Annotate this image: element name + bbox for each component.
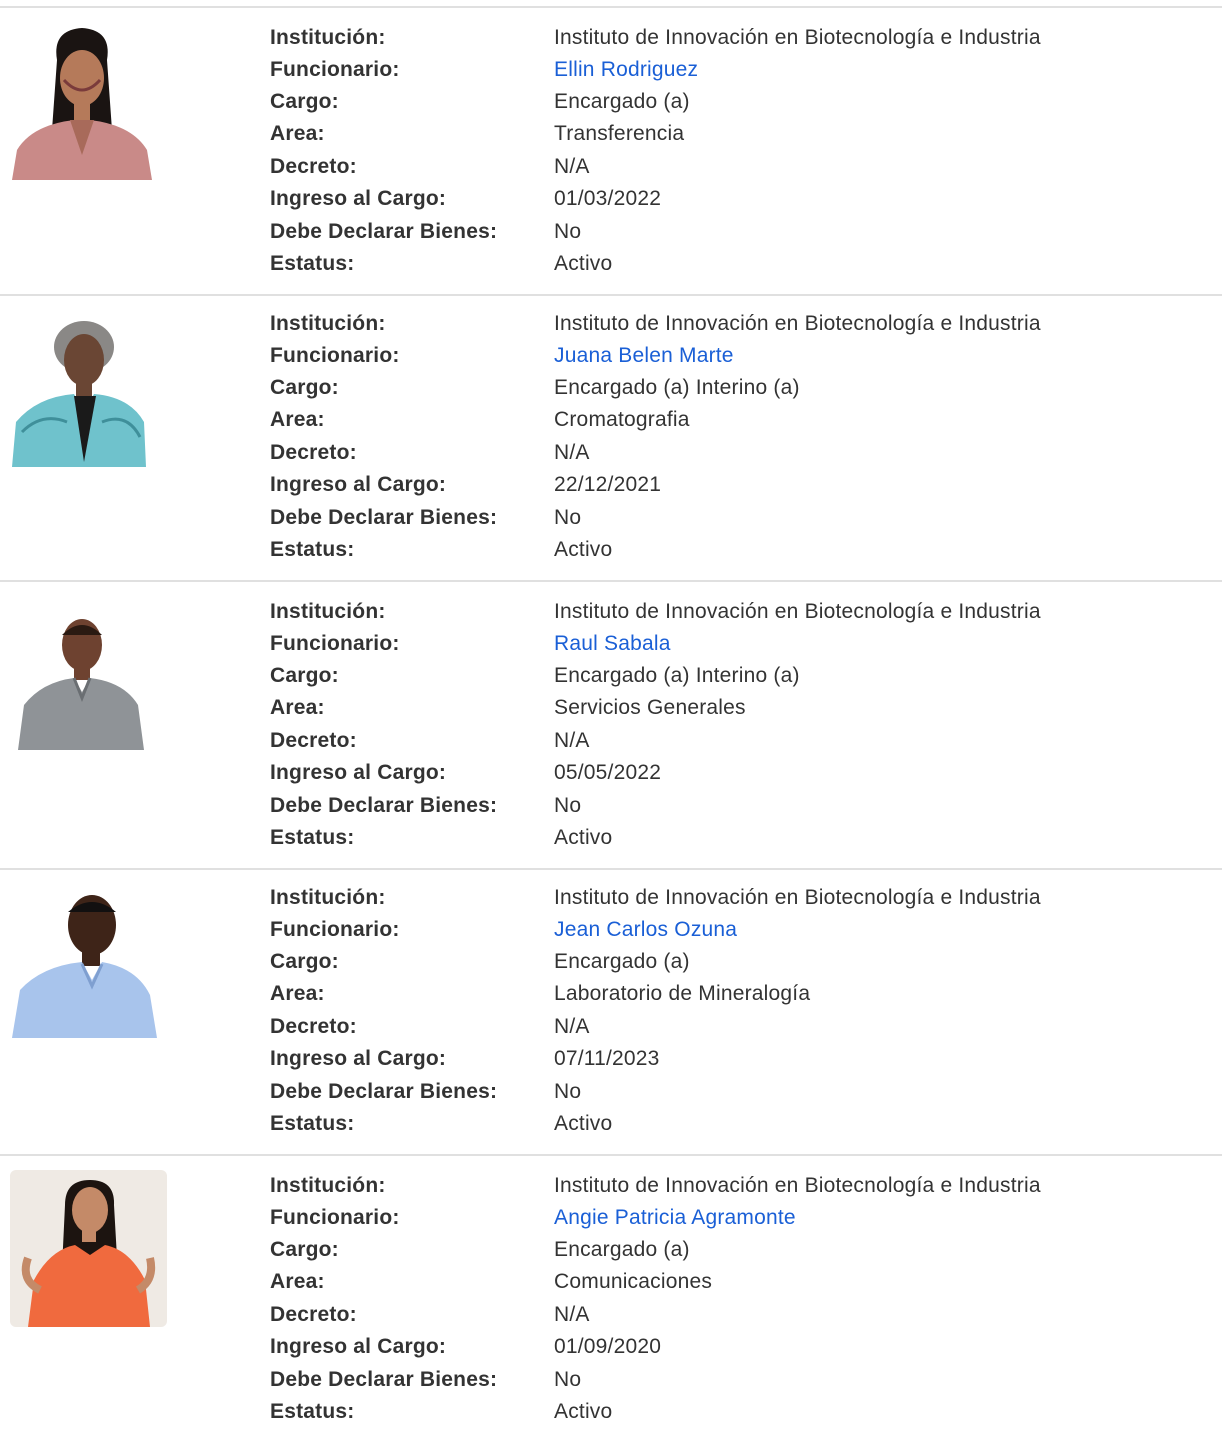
- official-photo: [12, 610, 152, 770]
- estatus-value: Activo: [554, 252, 613, 275]
- estatus-value: Activo: [554, 1400, 613, 1423]
- institucion-label: Institución:: [270, 26, 386, 49]
- official-photo: [12, 20, 152, 180]
- cargo-value: Encargado (a) Interino (a): [554, 664, 800, 687]
- area-value: Cromatografia: [554, 408, 690, 431]
- ingreso-label: Ingreso al Cargo:: [270, 1047, 447, 1070]
- funcionario-label: Funcionario:: [270, 344, 400, 367]
- institucion-value: Instituto de Innovación en Biotecnología…: [554, 886, 1041, 909]
- estatus-value: Activo: [554, 826, 613, 849]
- decreto-label: Decreto:: [270, 441, 357, 464]
- estatus-value: Activo: [554, 538, 613, 561]
- cargo-value: Encargado (a): [554, 1238, 690, 1261]
- ingreso-value: 22/12/2021: [554, 473, 662, 496]
- official-record: Institución: Instituto de Innovación en B…: [0, 294, 1222, 582]
- debe-declarar-value: No: [554, 506, 582, 529]
- official-record: Institución: Instituto de Innovación en B…: [0, 8, 1222, 296]
- area-value: Transferencia: [554, 122, 685, 145]
- decreto-label: Decreto:: [270, 729, 357, 752]
- decreto-label: Decreto:: [270, 1015, 357, 1038]
- official-photo: [10, 1170, 167, 1327]
- ingreso-label: Ingreso al Cargo:: [270, 1335, 447, 1358]
- debe-declarar-value: No: [554, 1368, 582, 1391]
- decreto-value: N/A: [554, 729, 590, 752]
- cargo-value: Encargado (a): [554, 950, 690, 973]
- area-value: Comunicaciones: [554, 1270, 713, 1293]
- institucion-value: Instituto de Innovación en Biotecnología…: [554, 312, 1041, 335]
- official-record: Institución: Instituto de Innovación en B…: [0, 582, 1222, 870]
- funcionario-label: Funcionario:: [270, 58, 400, 81]
- debe-declarar-label: Debe Declarar Bienes:: [270, 506, 498, 529]
- institucion-label: Institución:: [270, 1174, 386, 1197]
- funcionario-link[interactable]: Jean Carlos Ozuna: [554, 914, 737, 946]
- institucion-label: Institución:: [270, 600, 386, 623]
- funcionario-link[interactable]: Raul Sabala: [554, 628, 671, 660]
- estatus-label: Estatus:: [270, 538, 355, 561]
- cargo-value: Encargado (a) Interino (a): [554, 376, 800, 399]
- funcionario-link[interactable]: Angie Patricia Agramonte: [554, 1202, 796, 1234]
- ingreso-value: 05/05/2022: [554, 761, 662, 784]
- decreto-value: N/A: [554, 1015, 590, 1038]
- cargo-label: Cargo:: [270, 90, 339, 113]
- debe-declarar-value: No: [554, 220, 582, 243]
- cargo-value: Encargado (a): [554, 90, 690, 113]
- debe-declarar-label: Debe Declarar Bienes:: [270, 1368, 498, 1391]
- debe-declarar-value: No: [554, 794, 582, 817]
- ingreso-label: Ingreso al Cargo:: [270, 761, 447, 784]
- institucion-label: Institución:: [270, 886, 386, 909]
- official-photo: [12, 890, 157, 1050]
- institucion-value: Instituto de Innovación en Biotecnología…: [554, 26, 1041, 49]
- area-label: Area:: [270, 408, 325, 431]
- area-label: Area:: [270, 122, 325, 145]
- institucion-value: Instituto de Innovación en Biotecnología…: [554, 1174, 1041, 1197]
- institucion-label: Institución:: [270, 312, 386, 335]
- estatus-label: Estatus:: [270, 826, 355, 849]
- official-record: Institución: Instituto de Innovación en B…: [0, 868, 1222, 1156]
- area-label: Area:: [270, 982, 325, 1005]
- decreto-value: N/A: [554, 1303, 590, 1326]
- area-value: Servicios Generales: [554, 696, 746, 719]
- ingreso-value: 01/09/2020: [554, 1335, 662, 1358]
- area-label: Area:: [270, 696, 325, 719]
- debe-declarar-label: Debe Declarar Bienes:: [270, 794, 498, 817]
- ingreso-value: 07/11/2023: [554, 1047, 660, 1070]
- ingreso-label: Ingreso al Cargo:: [270, 187, 447, 210]
- funcionario-link[interactable]: Juana Belen Marte: [554, 340, 734, 372]
- decreto-value: N/A: [554, 155, 590, 178]
- cargo-label: Cargo:: [270, 950, 339, 973]
- decreto-label: Decreto:: [270, 1303, 357, 1326]
- funcionario-label: Funcionario:: [270, 918, 400, 941]
- funcionario-label: Funcionario:: [270, 632, 400, 655]
- institucion-value: Instituto de Innovación en Biotecnología…: [554, 600, 1041, 623]
- area-value: Laboratorio de Mineralogía: [554, 982, 811, 1005]
- cargo-label: Cargo:: [270, 1238, 339, 1261]
- estatus-label: Estatus:: [270, 1400, 355, 1423]
- estatus-value: Activo: [554, 1112, 613, 1135]
- official-photo: [12, 312, 152, 472]
- estatus-label: Estatus:: [270, 1112, 355, 1135]
- ingreso-value: 01/03/2022: [554, 187, 662, 210]
- ingreso-label: Ingreso al Cargo:: [270, 473, 447, 496]
- area-label: Area:: [270, 1270, 325, 1293]
- funcionario-label: Funcionario:: [270, 1206, 400, 1229]
- decreto-value: N/A: [554, 441, 590, 464]
- funcionario-link[interactable]: Ellin Rodriguez: [554, 54, 698, 86]
- decreto-label: Decreto:: [270, 155, 357, 178]
- cargo-label: Cargo:: [270, 376, 339, 399]
- official-record: Institución: Instituto de Innovación en B…: [0, 1156, 1222, 1444]
- debe-declarar-label: Debe Declarar Bienes:: [270, 220, 498, 243]
- debe-declarar-label: Debe Declarar Bienes:: [270, 1080, 498, 1103]
- cargo-label: Cargo:: [270, 664, 339, 687]
- debe-declarar-value: No: [554, 1080, 582, 1103]
- estatus-label: Estatus:: [270, 252, 355, 275]
